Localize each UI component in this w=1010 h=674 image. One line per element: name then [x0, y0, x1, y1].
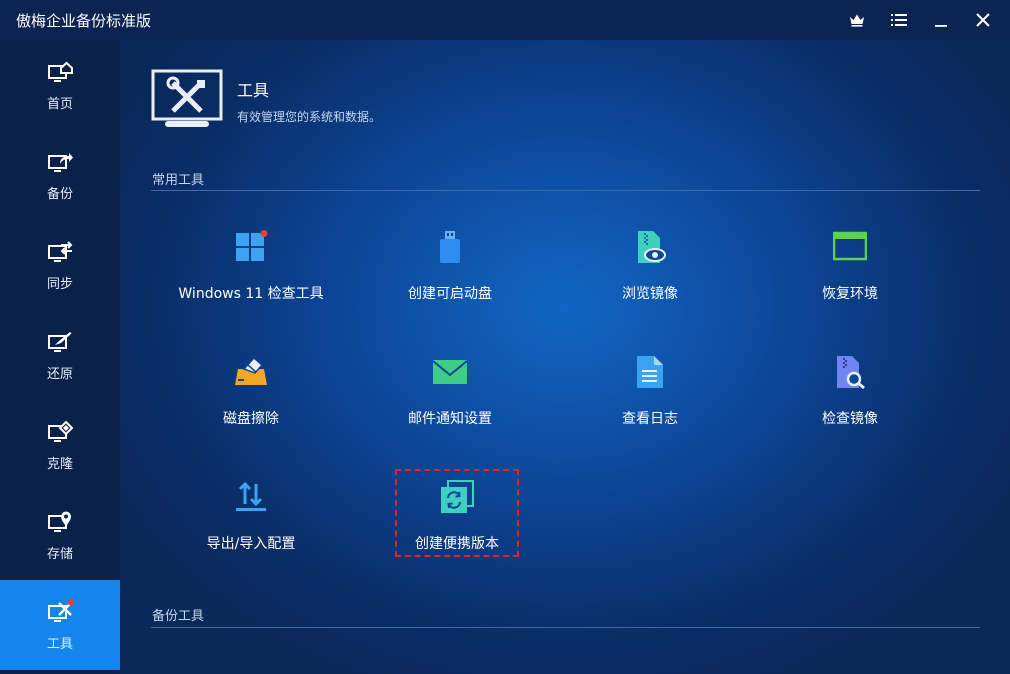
tool-label: 浏览镜像	[622, 286, 678, 302]
tool-create-portable[interactable]: 创建便携版本	[395, 469, 519, 557]
sidebar-item-label: 克隆	[46, 456, 73, 472]
menu-icon	[891, 14, 907, 26]
tool-label: 查看日志	[622, 411, 678, 427]
tool-label: 创建便携版本	[415, 536, 499, 552]
tools-header-icon	[151, 69, 223, 127]
tools-monitor-icon	[48, 598, 74, 622]
tool-label: 恢复环境	[822, 286, 878, 302]
sidebar-item-backup[interactable]: 备份	[0, 130, 120, 220]
disk-wipe-icon	[235, 356, 267, 385]
sidebar-item-label: 工具	[46, 636, 73, 652]
main-panel: 工具 有效管理您的系统和数据。 常用工具 Windows 11 检查工具 创建可…	[120, 40, 1010, 674]
sidebar-item-sync[interactable]: 同步	[0, 220, 120, 310]
sidebar-item-label: 备份	[46, 186, 73, 202]
explore-image-icon	[638, 231, 666, 263]
sidebar-item-restore[interactable]: 还原	[0, 310, 120, 400]
tool-check-image[interactable]: 检查镜像	[760, 355, 940, 455]
sidebar-item-label: 同步	[46, 276, 73, 292]
tool-create-bootable[interactable]: 创建可启动盘	[360, 230, 540, 330]
check-image-icon	[837, 356, 865, 389]
section-title-common: 常用工具	[152, 173, 205, 188]
tool-label: 导出/导入配置	[206, 536, 296, 552]
section-divider	[151, 190, 980, 191]
tool-label: 邮件通知设置	[408, 411, 492, 427]
app-title: 傲梅企业备份标准版	[16, 11, 152, 30]
storage-monitor-icon	[48, 511, 71, 532]
tool-recovery-env[interactable]: 恢复环境	[760, 230, 940, 330]
sidebar-item-home[interactable]: 首页	[0, 40, 120, 130]
crown-button[interactable]	[836, 0, 878, 40]
sidebar-item-tools[interactable]: 工具	[0, 580, 120, 670]
tool-mail-notification[interactable]: 邮件通知设置	[360, 355, 540, 455]
tool-label: 检查镜像	[822, 411, 878, 427]
mail-icon	[433, 360, 467, 384]
tool-explore-image[interactable]: 浏览镜像	[560, 230, 740, 330]
tool-disk-wipe[interactable]: 磁盘擦除	[161, 355, 341, 455]
minimize-icon	[935, 25, 947, 27]
close-button[interactable]	[962, 0, 1004, 40]
window-controls	[836, 0, 1004, 40]
recovery-env-icon	[833, 231, 867, 261]
tool-export-import-config[interactable]: 导出/导入配置	[161, 480, 341, 580]
log-file-icon	[637, 356, 663, 388]
section-divider	[151, 627, 980, 628]
backup-monitor-icon	[48, 152, 73, 172]
restore-monitor-icon	[48, 331, 72, 352]
title-bar: 傲梅企业备份标准版	[0, 0, 1010, 40]
tool-label: 创建可启动盘	[408, 286, 492, 302]
export-import-icon	[236, 481, 266, 511]
crown-icon	[850, 14, 864, 27]
portable-version-icon	[441, 480, 474, 513]
tool-windows11-check[interactable]: Windows 11 检查工具	[161, 230, 341, 330]
menu-button[interactable]	[878, 0, 920, 40]
minimize-button[interactable]	[920, 0, 962, 40]
windows-icon	[236, 230, 268, 261]
tool-view-logs[interactable]: 查看日志	[560, 355, 740, 455]
home-monitor-icon	[48, 61, 73, 82]
section-title-backup: 备份工具	[152, 609, 205, 624]
close-icon	[976, 13, 990, 27]
sidebar-item-label: 首页	[46, 96, 73, 112]
sidebar-item-clone[interactable]: 克隆	[0, 400, 120, 490]
page-title: 工具	[237, 81, 270, 100]
sidebar: 首页 备份 同步 还原 克隆 存储 工具	[0, 40, 120, 674]
tool-label: 磁盘擦除	[223, 411, 279, 427]
sidebar-item-label: 还原	[46, 366, 73, 382]
sidebar-item-storage[interactable]: 存储	[0, 490, 120, 580]
tool-label: Windows 11 检查工具	[178, 286, 324, 302]
usb-drive-icon	[440, 231, 460, 263]
sidebar-item-label: 存储	[46, 546, 73, 562]
sync-monitor-icon	[48, 240, 73, 262]
clone-monitor-icon	[48, 420, 74, 442]
page-description: 有效管理您的系统和数据。	[237, 110, 382, 124]
